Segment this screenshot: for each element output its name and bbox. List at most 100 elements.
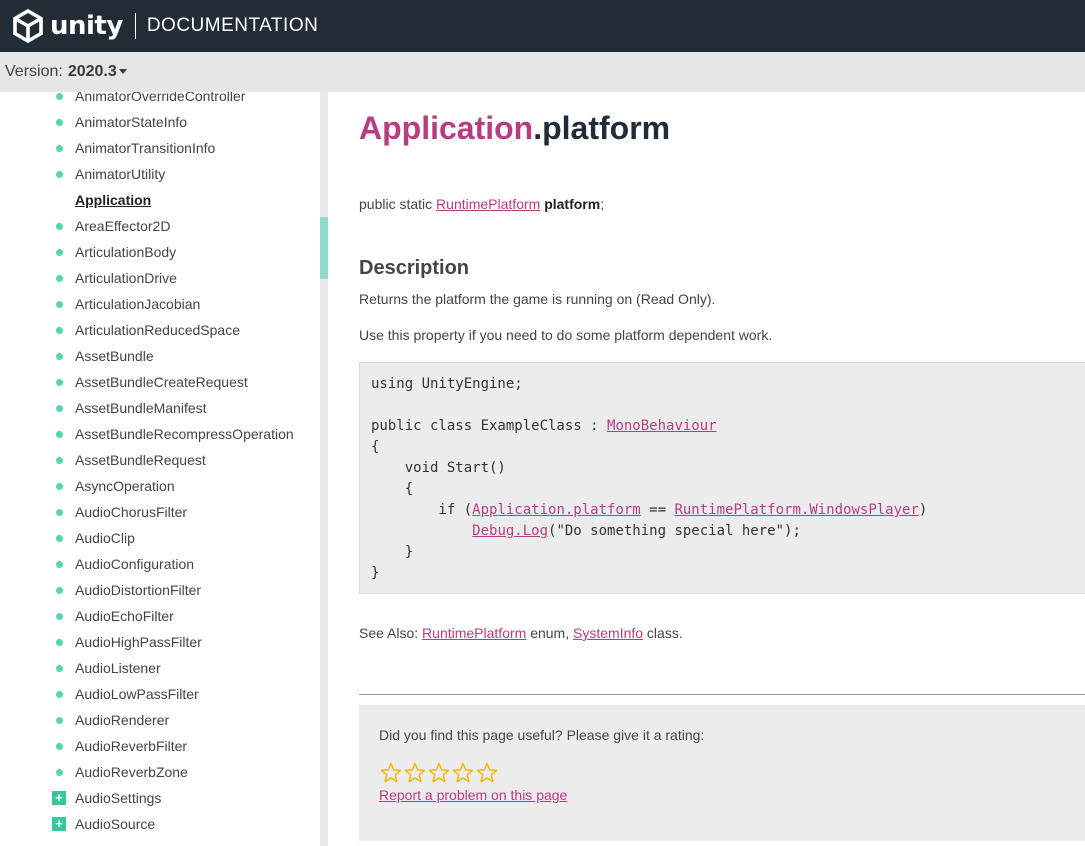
code-line: == — [640, 502, 675, 518]
see-also-systeminfo-link[interactable]: SystemInfo — [573, 625, 643, 641]
unity-cube-icon — [13, 8, 43, 44]
sidebar-item-animatorstateinfo[interactable]: AnimatorStateInfo — [0, 109, 320, 135]
sidebar-item-label: AudioDistortionFilter — [75, 582, 202, 598]
bullet-icon — [56, 691, 63, 698]
sidebar-item-label: AsyncOperation — [75, 478, 175, 494]
sidebar-item-label: Application — [75, 192, 152, 208]
sidebar-item-label: AudioRenderer — [75, 712, 170, 728]
bullet-icon — [56, 353, 63, 360]
usage-text: Use this property if you need to do some… — [359, 327, 773, 343]
sidebar-item-articulationbody[interactable]: ArticulationBody — [0, 239, 320, 265]
expand-plus-icon[interactable]: + — [52, 817, 66, 831]
sidebar-item-areaeffector2d[interactable]: AreaEffector2D — [0, 213, 320, 239]
sidebar-item-assetbundle[interactable]: AssetBundle — [0, 343, 320, 369]
sidebar-scrollbar[interactable] — [320, 92, 328, 846]
sidebar-item-audiohighpassfilter[interactable]: AudioHighPassFilter — [0, 629, 320, 655]
signature-suffix: ; — [600, 196, 605, 212]
sidebar-item-articulationdrive[interactable]: ArticulationDrive — [0, 265, 320, 291]
bullet-icon — [56, 613, 63, 620]
sidebar-item-label: ArticulationBody — [75, 244, 177, 260]
sidebar-item-label: AssetBundleCreateRequest — [75, 374, 248, 390]
runtimeplatform-link[interactable]: RuntimePlatform — [436, 196, 540, 212]
star-icon[interactable] — [427, 761, 451, 785]
sidebar-item-label: AssetBundle — [75, 348, 154, 364]
sidebar-item-assetbundlemanifest[interactable]: AssetBundleManifest — [0, 395, 320, 421]
code-line: } — [371, 565, 380, 581]
star-icon[interactable] — [475, 761, 499, 785]
sidebar-item-articulationreducedspace[interactable]: ArticulationReducedSpace — [0, 317, 320, 343]
sidebar-item-animatortransitioninfo[interactable]: AnimatorTransitionInfo — [0, 135, 320, 161]
bullet-icon — [56, 587, 63, 594]
sidebar-item-audioconfiguration[interactable]: AudioConfiguration — [0, 551, 320, 577]
sidebar-scrollbar-thumb[interactable] — [320, 217, 328, 279]
sidebar-item-audiosource[interactable]: + AudioSource — [0, 811, 320, 837]
bullet-icon — [56, 145, 63, 152]
sidebar-item-audiochorusfilter[interactable]: AudioChorusFilter — [0, 499, 320, 525]
sidebar-item-audiosettings[interactable]: + AudioSettings — [0, 785, 320, 811]
sidebar-list: AnimatorOverrideController AnimatorStateI… — [0, 92, 320, 837]
bullet-icon — [56, 483, 63, 490]
description-heading: Description — [359, 257, 470, 279]
version-label: Version: — [5, 63, 63, 80]
star-icon[interactable] — [451, 761, 475, 785]
sidebar-item-audiodistortionfilter[interactable]: AudioDistortionFilter — [0, 577, 320, 603]
sidebar-item-audioreverbfilter[interactable]: AudioReverbFilter — [0, 733, 320, 759]
sidebar-item-audiolowpassfilter[interactable]: AudioLowPassFilter — [0, 681, 320, 707]
title-class[interactable]: Application — [359, 110, 533, 146]
sidebar-item-label: AssetBundleRecompressOperation — [75, 426, 294, 442]
application-platform-link[interactable]: Application.platform — [472, 502, 641, 518]
sidebar-item-assetbundlerecompressoperation[interactable]: AssetBundleRecompressOperation — [0, 421, 320, 447]
sidebar-item-audioreverbzone[interactable]: AudioReverbZone — [0, 759, 320, 785]
code-line: { — [371, 481, 414, 497]
logo-separator — [134, 13, 136, 39]
report-problem-link[interactable]: Report a problem on this page — [379, 787, 567, 803]
code-line: { — [371, 439, 380, 455]
sidebar-item-label: ArticulationReducedSpace — [75, 322, 240, 338]
star-icon[interactable] — [379, 761, 403, 785]
signature-prefix: public static — [359, 196, 437, 212]
bullet-icon — [56, 93, 63, 100]
bullet-icon — [56, 275, 63, 282]
see-also-mid: enum, — [526, 625, 574, 641]
page-title: Application.platform — [359, 110, 670, 147]
windowsplayer-link[interactable]: RuntimePlatform.WindowsPlayer — [674, 502, 918, 518]
see-also-runtimeplatform-link[interactable]: RuntimePlatform — [422, 625, 526, 641]
sidebar-item-label: AssetBundleManifest — [75, 400, 207, 416]
star-icon[interactable] — [403, 761, 427, 785]
expand-plus-icon[interactable]: + — [52, 791, 66, 805]
bullet-icon — [56, 379, 63, 386]
code-line: public class ExampleClass : — [371, 418, 608, 434]
sidebar-item-audiorenderer[interactable]: AudioRenderer — [0, 707, 320, 733]
bullet-icon — [56, 743, 63, 750]
bullet-icon — [56, 665, 63, 672]
sidebar-item-assetbundlecreaterequest[interactable]: AssetBundleCreateRequest — [0, 369, 320, 395]
code-line: using UnityEngine; — [371, 376, 523, 392]
sidebar-item-label: AudioEchoFilter — [75, 608, 174, 624]
sidebar-item-label: AnimatorUtility — [75, 166, 166, 182]
sidebar-item-audiolistener[interactable]: AudioListener — [0, 655, 320, 681]
bullet-icon — [56, 509, 63, 516]
sidebar-item-label: AreaEffector2D — [75, 218, 171, 234]
sidebar-item-animatorutility[interactable]: AnimatorUtility — [0, 161, 320, 187]
version-selector[interactable]: 2020.3 — [68, 63, 127, 81]
sidebar-item-label: AudioSource — [75, 816, 156, 832]
sidebar-item-assetbundlerequest[interactable]: AssetBundleRequest — [0, 447, 320, 473]
version-value: 2020.3 — [67, 63, 117, 80]
sidebar-item-animatoroverridecontroller[interactable]: AnimatorOverrideController — [0, 92, 320, 109]
sidebar-item-asyncoperation[interactable]: AsyncOperation — [0, 473, 320, 499]
sidebar-item-audioclip[interactable]: AudioClip — [0, 525, 320, 551]
unity-logo-word: unity — [50, 11, 123, 41]
top-navigation-bar: unity DOCUMENTATION — [0, 0, 1085, 52]
sidebar-item-label: AudioChorusFilter — [75, 504, 188, 520]
sidebar-item-application[interactable]: Application — [0, 187, 320, 213]
sidebar-item-audioechofilter[interactable]: AudioEchoFilter — [0, 603, 320, 629]
bullet-icon — [56, 223, 63, 230]
documentation-label: DOCUMENTATION — [146, 15, 319, 36]
debug-log-link[interactable]: Debug.Log — [472, 523, 548, 539]
monobehaviour-link[interactable]: MonoBehaviour — [607, 418, 717, 434]
bullet-icon — [56, 717, 63, 724]
unity-logo[interactable]: unity DOCUMENTATION — [10, 0, 318, 52]
code-line: } — [371, 544, 414, 560]
sidebar-item-articulationjacobian[interactable]: ArticulationJacobian — [0, 291, 320, 317]
sidebar-item-label: AnimatorOverrideController — [75, 92, 246, 104]
